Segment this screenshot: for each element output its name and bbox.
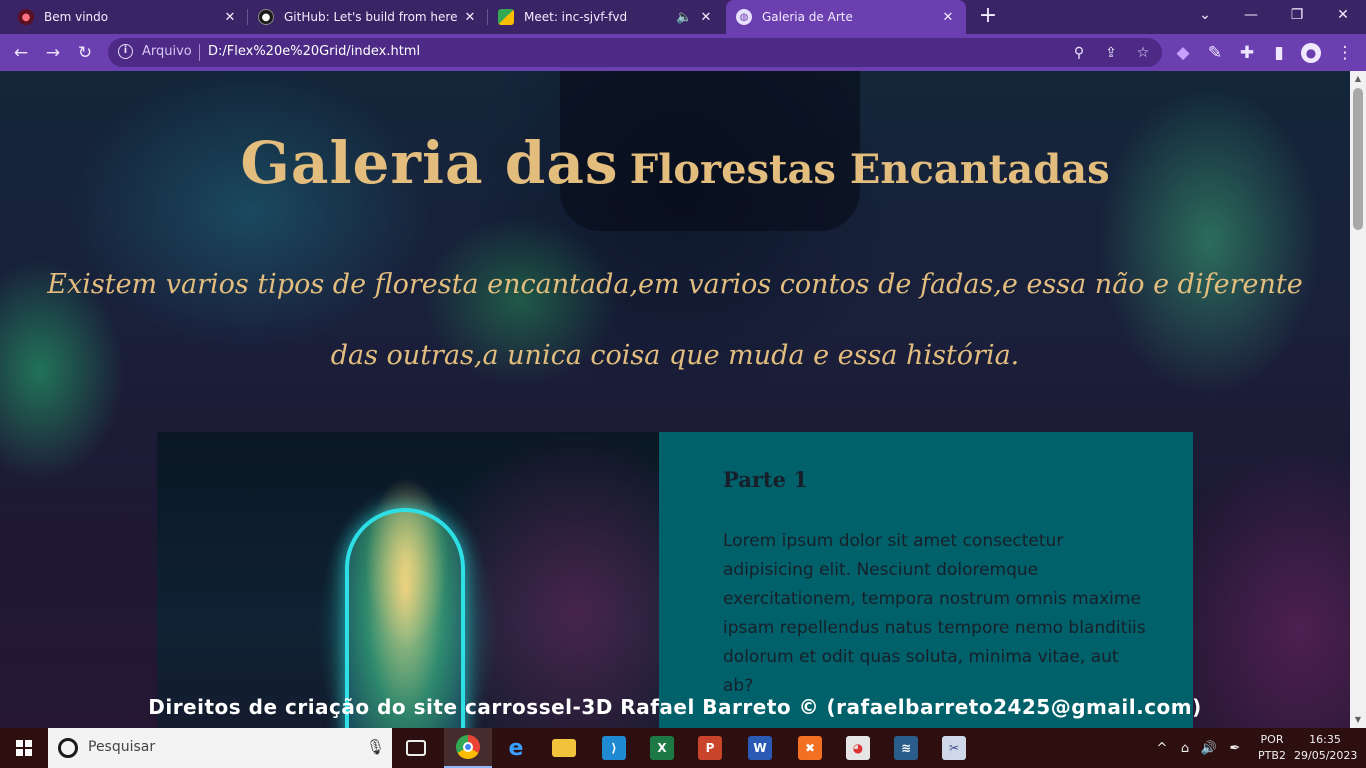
globe-icon: ◍ [736,9,752,25]
extension-icon[interactable]: ◆ [1170,40,1196,66]
new-tab-button[interactable]: + [976,5,1000,29]
network-icon[interactable]: ⌂ [1174,728,1196,768]
task-view-icon[interactable] [392,728,440,768]
tab-meet[interactable]: Meet: inc-sjvf-fvd 🔈 ✕ [488,0,724,34]
tray-chevron-icon[interactable]: ^ [1152,728,1172,768]
word-icon[interactable]: W [736,728,784,768]
file-explorer-icon[interactable] [540,728,588,768]
info-icon[interactable]: i [118,44,133,59]
browser-toolbar: ← → ↻ i Arquivo D:/Flex%20e%20Grid/index… [0,34,1366,71]
card-title: Parte 1 [723,467,808,492]
back-button[interactable]: ← [8,40,34,66]
tab-galeria[interactable]: ◍ Galeria de Arte ✕ [726,0,966,34]
page-viewport: Galeria das Florestas Encantadas Existem… [0,71,1350,728]
language-indicator[interactable]: POR PTB2 [1254,732,1290,764]
system-clock[interactable]: 16:35 29/05/2023 [1294,732,1357,764]
snipping-tool-icon[interactable]: ✂ [930,728,978,768]
scroll-down-arrow-icon[interactable]: ▼ [1350,712,1366,728]
close-tab-icon[interactable]: ✕ [222,10,238,25]
tab-title: Bem vindo [44,10,109,24]
heading-small: Florestas Encantadas [629,146,1110,193]
tab-search-icon[interactable]: ⌄ [1182,0,1228,30]
restore-button[interactable]: ❐ [1274,0,1320,30]
tab-title: Galeria de Arte [762,10,853,24]
scroll-up-arrow-icon[interactable]: ▲ [1350,71,1366,87]
site-icon: ● [18,9,34,25]
bookmark-star-icon[interactable]: ☆ [1132,42,1154,64]
speaker-icon[interactable]: 🔈 [676,10,692,25]
search-placeholder: Pesquisar [88,739,156,755]
intro-text: Existem varios tipos de floresta encanta… [47,269,1303,371]
edge-icon[interactable]: e [492,728,540,768]
card-panel: Parte 1 Lorem ipsum dolor sit amet conse… [659,432,1193,728]
tab-bem-vindo[interactable]: ● Bem vindo ✕ [8,0,248,34]
scroll-thumb[interactable] [1353,88,1363,230]
excel-icon[interactable]: X [638,728,686,768]
tab-title: Meet: inc-sjvf-fvd [524,10,628,24]
profile-avatar-icon[interactable]: ● [1298,40,1324,66]
page-heading: Galeria das Florestas Encantadas [0,129,1350,197]
volume-icon[interactable]: 🔊 [1198,728,1220,768]
github-icon: ● [258,9,274,25]
share-icon[interactable]: ⇪ [1100,42,1122,64]
footer-credits: Direitos de criação do site carrossel-3D… [148,695,1202,719]
zoom-icon[interactable]: ⚲ [1068,42,1090,64]
paint-icon[interactable]: ◕ [834,728,882,768]
portal-image [157,432,659,728]
extensions-puzzle-icon[interactable]: ✚ [1234,40,1260,66]
scheme-label: Arquivo [142,44,192,59]
tab-github[interactable]: ● GitHub: Let's build from here · GitHub… [248,0,488,34]
side-panel-icon[interactable]: ▮ [1266,40,1292,66]
sql-icon[interactable]: ≋ [882,728,930,768]
reload-button[interactable]: ↻ [72,40,98,66]
heading-big: Galeria das [240,129,619,197]
xampp-icon[interactable]: ✖ [786,728,834,768]
microphone-icon[interactable]: 🎙 [366,738,385,756]
page-scrollbar[interactable]: ▲ ▼ [1350,71,1366,728]
forward-button[interactable]: → [40,40,66,66]
powerpoint-icon[interactable]: P [686,728,734,768]
cortana-ring-icon [58,738,78,758]
address-bar[interactable]: i Arquivo D:/Flex%20e%20Grid/index.html … [108,38,1162,67]
pen-extension-icon[interactable]: ✎ [1202,40,1228,66]
taskbar-search-box[interactable]: Pesquisar 🎙 [48,728,392,768]
taskbar: Pesquisar 🎙 e ⟩ X P W ✖ ◕ ≋ ✂ ^ ⌂ 🔊 ✒ PO… [0,728,1366,768]
tab-strip: ● Bem vindo ✕ ● GitHub: Let's build from… [0,0,1366,34]
card-text: Lorem ipsum dolor sit amet consectetur a… [723,531,1146,696]
windows-logo-icon [16,740,32,756]
chrome-icon[interactable] [444,728,492,768]
minimize-button[interactable]: — [1228,0,1274,30]
start-button[interactable] [0,728,48,768]
tab-title: GitHub: Let's build from here · GitHub [284,10,462,24]
close-window-button[interactable]: ✕ [1320,0,1366,30]
close-tab-icon[interactable]: ✕ [940,10,956,25]
menu-kebab-icon[interactable]: ⋮ [1332,40,1358,66]
meet-icon [498,9,514,25]
close-tab-icon[interactable]: ✕ [462,10,478,25]
gallery-card: Parte 1 Lorem ipsum dolor sit amet conse… [157,432,1193,728]
close-tab-icon[interactable]: ✕ [698,10,714,25]
url-text[interactable]: D:/Flex%20e%20Grid/index.html [208,44,420,59]
vscode-icon[interactable]: ⟩ [590,728,638,768]
pen-icon[interactable]: ✒ [1224,728,1246,768]
